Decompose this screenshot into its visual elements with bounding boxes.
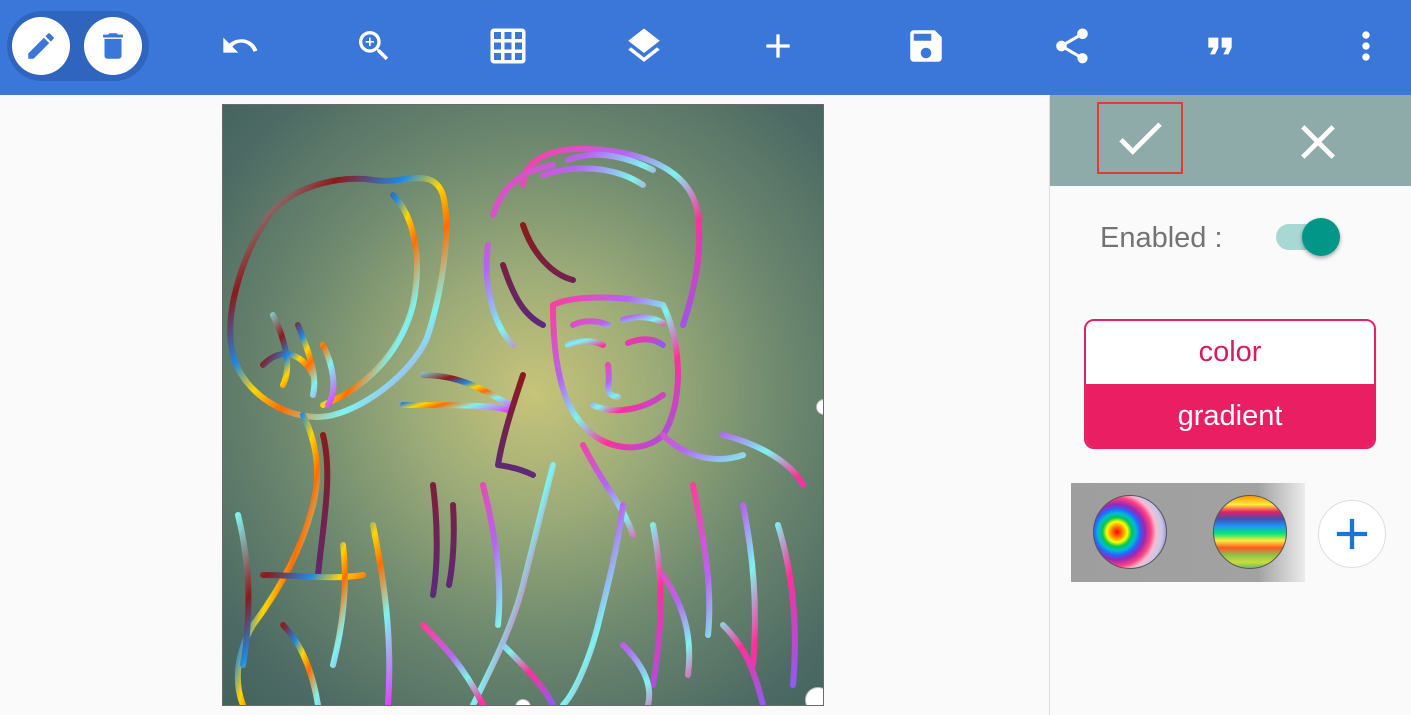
drawing-canvas[interactable] — [222, 104, 824, 706]
enabled-label: Enabled : — [1100, 222, 1223, 254]
layers-button[interactable] — [620, 22, 668, 70]
check-icon — [1119, 122, 1162, 155]
save-icon — [910, 30, 942, 62]
resize-handle-corner[interactable] — [805, 687, 823, 705]
pencil-mode-button[interactable] — [12, 17, 70, 75]
add-gradient-button[interactable] — [1318, 500, 1386, 568]
save-button[interactable] — [902, 22, 950, 70]
share-button[interactable] — [1048, 22, 1096, 70]
quote-button[interactable] — [1196, 22, 1244, 70]
cancel-button[interactable] — [1286, 113, 1350, 171]
radial-gradient-swatch[interactable] — [1093, 495, 1167, 569]
zoom-in-icon — [359, 31, 389, 61]
segment-color[interactable]: color — [1086, 321, 1374, 384]
enabled-toggle[interactable] — [1276, 217, 1346, 259]
close-icon — [1301, 125, 1335, 159]
sketch-artwork — [227, 145, 806, 705]
layers-icon — [628, 28, 660, 62]
undo-button[interactable] — [216, 22, 264, 70]
share-icon — [1056, 28, 1088, 64]
mode-toggle-group — [7, 11, 149, 81]
brush-settings-panel: Enabled : color gradient — [1049, 95, 1411, 715]
add-icon — [766, 34, 790, 58]
zoom-button[interactable] — [350, 22, 398, 70]
plus-icon — [1336, 518, 1368, 550]
quote-icon — [1208, 37, 1232, 55]
pencil-icon — [28, 33, 54, 59]
fill-type-segmented-control: color gradient — [1084, 319, 1376, 449]
undo-icon — [223, 37, 258, 53]
more-options-button[interactable] — [1342, 22, 1390, 70]
more-vert-icon — [1362, 31, 1370, 61]
grid-icon — [490, 28, 526, 64]
trash-icon — [103, 33, 123, 59]
top-toolbar — [0, 0, 1411, 95]
erase-mode-button[interactable] — [84, 17, 142, 75]
linear-gradient-swatch[interactable] — [1213, 495, 1287, 569]
confirm-button[interactable] — [1097, 102, 1183, 174]
toggle-thumb — [1302, 218, 1340, 256]
add-button[interactable] — [754, 22, 802, 70]
grid-button[interactable] — [484, 22, 532, 70]
gradient-swatch-list — [1071, 483, 1305, 582]
panel-header — [1050, 95, 1411, 186]
segment-gradient[interactable]: gradient — [1086, 384, 1374, 447]
